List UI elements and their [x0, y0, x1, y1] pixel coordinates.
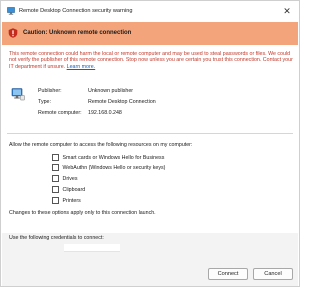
smart-cards-checkbox[interactable]	[52, 154, 59, 161]
remote-computer-icon	[11, 87, 25, 101]
publisher-label: Publisher:	[38, 88, 62, 94]
connect-button[interactable]: Connect	[208, 268, 248, 280]
resources-heading: Allow the remote computer to access the …	[9, 142, 193, 148]
type-label: Type:	[38, 99, 51, 105]
drives-checkbox[interactable]	[52, 175, 59, 182]
clipboard-label: Clipboard	[62, 186, 86, 193]
remote-computer-value: 192.168.0.248	[88, 110, 122, 116]
webauthn-checkbox[interactable]	[52, 164, 59, 171]
credential-entry[interactable]	[64, 244, 120, 252]
security-warning-dialog: Remote Desktop Connection security warni…	[0, 0, 300, 287]
drives-label: Drives	[62, 175, 78, 182]
shield-warning-icon	[8, 28, 18, 38]
option-printers[interactable]: Printers	[52, 197, 81, 204]
warning-banner: Caution: Unknown remote connection	[2, 22, 298, 45]
title-bar[interactable]: Remote Desktop Connection security warni…	[1, 1, 299, 22]
printers-label: Printers	[62, 197, 81, 204]
warning-caption: Caution: Unknown remote connection	[23, 30, 132, 36]
rdp-app-icon	[7, 7, 15, 15]
option-webauthn[interactable]: WebAuthn (Windows Hello or security keys…	[52, 164, 165, 171]
type-value: Remote Desktop Connection	[88, 99, 156, 105]
warning-message: This remote connection could harm the lo…	[9, 51, 297, 70]
warning-message-text: This remote connection could harm the lo…	[9, 51, 293, 70]
webauthn-label: WebAuthn (Windows Hello or security keys…	[62, 164, 166, 171]
option-smart-cards[interactable]: Smart cards or Windows Hello for Busines…	[52, 154, 164, 161]
printers-checkbox[interactable]	[52, 197, 59, 204]
credentials-heading: Use the following credentials to connect…	[9, 235, 104, 241]
clipboard-checkbox[interactable]	[52, 186, 59, 193]
divider	[7, 133, 293, 134]
cancel-button[interactable]: Cancel	[253, 268, 293, 280]
learn-more-link[interactable]: Learn more.	[67, 64, 96, 70]
option-clipboard[interactable]: Clipboard	[52, 186, 85, 193]
remote-computer-label: Remote computer:	[38, 110, 82, 116]
options-note: Changes to these options apply only to t…	[9, 210, 156, 216]
smart-cards-label: Smart cards or Windows Hello for Busines…	[62, 154, 165, 161]
publisher-value: Unknown publisher	[88, 88, 134, 94]
close-icon[interactable]: ✕	[281, 5, 293, 17]
window-title: Remote Desktop Connection security warni…	[19, 8, 133, 14]
option-drives[interactable]: Drives	[52, 175, 78, 182]
